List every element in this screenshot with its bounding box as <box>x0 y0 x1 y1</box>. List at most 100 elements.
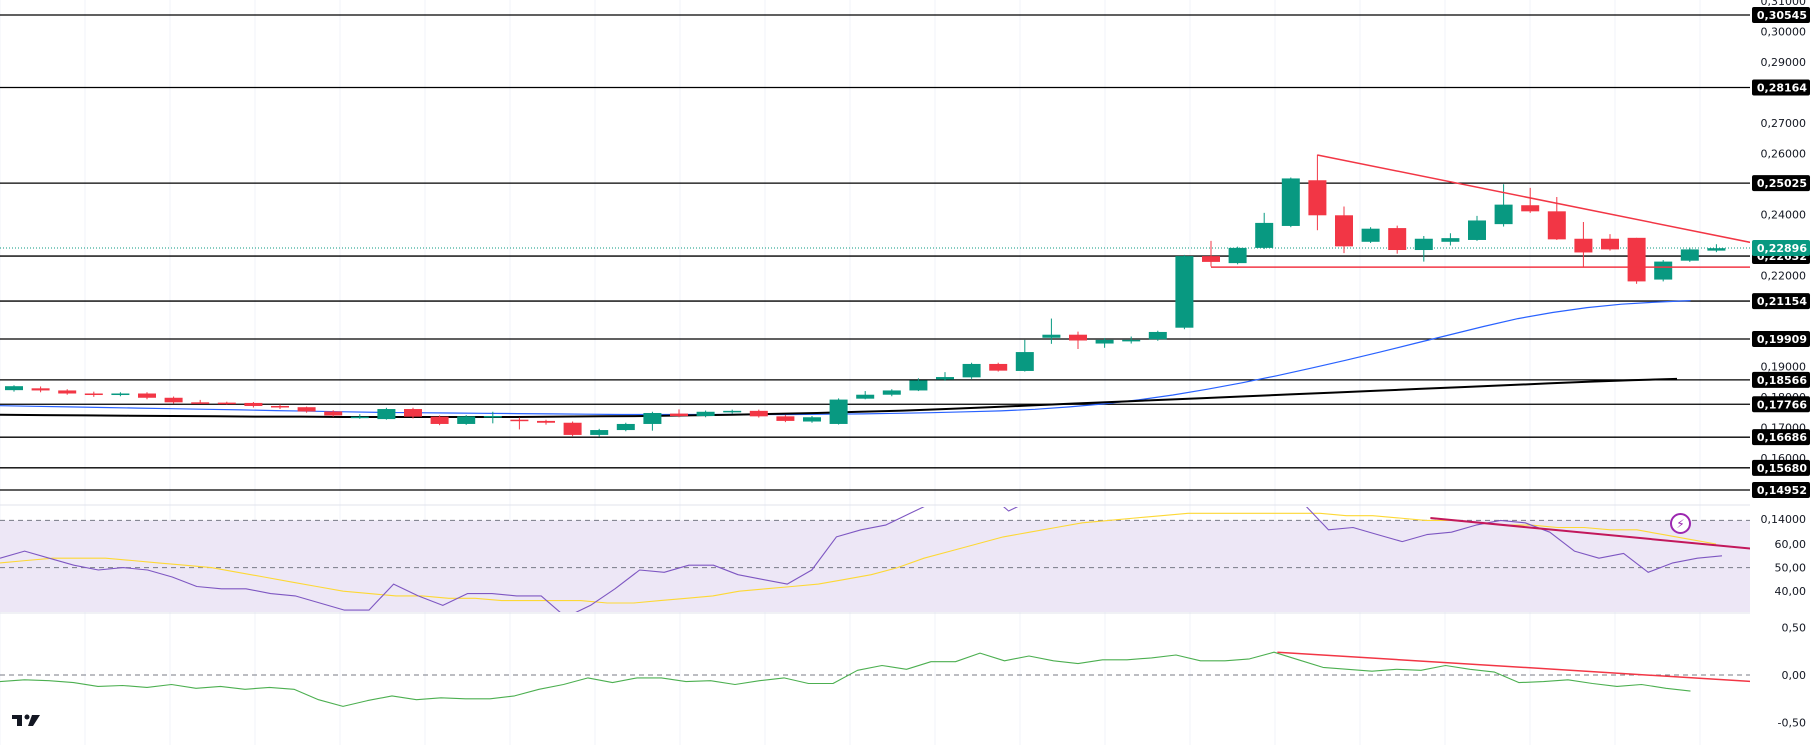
momentum-trendline <box>1277 651 1750 683</box>
candle-body <box>882 390 901 395</box>
candle-body <box>1095 339 1114 344</box>
candle-body <box>803 417 821 422</box>
candle-body <box>244 402 263 406</box>
candle-body <box>1654 261 1673 280</box>
level-badge-label: 0,14952 <box>1757 484 1807 497</box>
candle-body <box>1148 331 1167 340</box>
candle-body <box>1468 220 1486 240</box>
candle-body <box>324 411 343 416</box>
price-tick-label: 0,30000 <box>1761 26 1807 39</box>
candle-body <box>989 363 1008 371</box>
candle-body <box>1574 238 1593 253</box>
price-tick-label: 0,19000 <box>1761 361 1807 374</box>
candle-body <box>1601 238 1619 250</box>
candle-body <box>457 416 476 424</box>
candle-body <box>510 419 529 422</box>
candle-body <box>1308 180 1327 216</box>
candle-body <box>776 416 795 421</box>
price-tick-label: 0,29000 <box>1761 56 1807 69</box>
candle-body <box>643 412 662 424</box>
rsi-tick-label: 60,00 <box>1775 538 1807 551</box>
candle-body <box>1680 249 1699 261</box>
candle-body <box>404 409 422 417</box>
current-price-badge-label: 0,22896 <box>1757 242 1807 255</box>
candle-body <box>616 423 635 431</box>
candle-body <box>1281 178 1300 226</box>
candle-body <box>1175 256 1194 328</box>
price-pane <box>0 14 1750 491</box>
candle-body <box>1547 211 1566 240</box>
momentum-tick-label: 0,00 <box>1782 669 1807 682</box>
candle-body <box>84 393 103 396</box>
candle-body <box>1122 339 1141 342</box>
momentum-tick-label: 0,50 <box>1782 622 1807 635</box>
price-tick-label: 0,26000 <box>1761 147 1807 160</box>
lightning-icon[interactable]: ⚡ <box>1670 513 1691 534</box>
candle-body <box>936 377 954 380</box>
candle-body <box>563 422 582 435</box>
candle-body <box>483 416 502 418</box>
price-tick-label: 0,31000 <box>1761 0 1807 8</box>
price-tick-label: 0,27000 <box>1761 117 1807 130</box>
candle-body <box>1361 228 1380 242</box>
candle-body <box>962 363 981 378</box>
candle-body <box>1521 205 1540 212</box>
momentum-line <box>0 651 1691 707</box>
candle-body <box>1388 228 1407 251</box>
candle-body <box>377 409 396 420</box>
candle-body <box>297 407 316 412</box>
price-tick-label: 0,24000 <box>1761 208 1807 221</box>
candle-body <box>723 410 742 413</box>
candle-body <box>856 394 875 399</box>
candle-body <box>537 420 555 423</box>
candle-body <box>749 410 768 417</box>
level-badge-label: 0,19909 <box>1757 333 1807 346</box>
tradingview-logo[interactable] <box>10 710 44 730</box>
candle-body <box>164 397 183 403</box>
candle-body <box>670 413 688 417</box>
candle-body <box>350 416 369 419</box>
momentum-tick-label: -0,50 <box>1778 717 1806 730</box>
price-tick-label: 0,14000 <box>1761 513 1807 526</box>
candle-body <box>590 430 609 435</box>
candle-body <box>1414 238 1433 251</box>
candle-body <box>5 386 23 391</box>
moving-average-blue <box>0 300 1691 416</box>
candle-body <box>1335 215 1353 247</box>
candle-body <box>271 405 289 408</box>
candle-body <box>1015 352 1034 371</box>
candle-body <box>696 411 715 417</box>
candle-body <box>58 390 77 394</box>
candle-body <box>1255 222 1274 248</box>
candle-body <box>31 388 50 391</box>
level-badge-label: 0,17766 <box>1757 398 1807 411</box>
level-badge-label: 0,25025 <box>1757 177 1807 190</box>
price-axis[interactable]: 0,31000 0,30000 0,29000 0,27000 0,26000 0,240… <box>1750 0 1814 745</box>
candle-body <box>191 402 210 404</box>
grid <box>0 0 1814 745</box>
level-badge-label: 0,30545 <box>1757 9 1807 22</box>
candle-body <box>829 399 848 424</box>
candle-body <box>1707 248 1726 251</box>
rsi-tick-label: 50,00 <box>1775 562 1807 575</box>
candle-body <box>1627 237 1646 282</box>
level-badge-label: 0,18566 <box>1757 374 1807 387</box>
rsi-tick-label: 40,00 <box>1775 585 1807 598</box>
price-tick-label: 0,22000 <box>1761 269 1807 282</box>
momentum-pane <box>0 651 1750 707</box>
candle-body <box>1494 204 1513 225</box>
candle-body <box>1202 256 1220 262</box>
candle-body <box>1441 238 1460 242</box>
candle-body <box>111 393 130 396</box>
candle-body <box>430 416 449 424</box>
candle-body <box>1069 334 1087 341</box>
level-badge-label: 0,28164 <box>1757 82 1807 95</box>
chart-area[interactable]: 0,31000 0,30000 0,29000 0,27000 0,26000 0,240… <box>0 0 1814 745</box>
candle-body <box>138 393 156 398</box>
level-badge-label: 0,16686 <box>1757 431 1807 444</box>
level-badge-label: 0,15680 <box>1757 462 1807 475</box>
candle-body <box>1042 334 1061 338</box>
candle-body <box>909 380 928 391</box>
level-badge-label: 0,21154 <box>1757 295 1807 308</box>
candle-body <box>217 402 236 405</box>
